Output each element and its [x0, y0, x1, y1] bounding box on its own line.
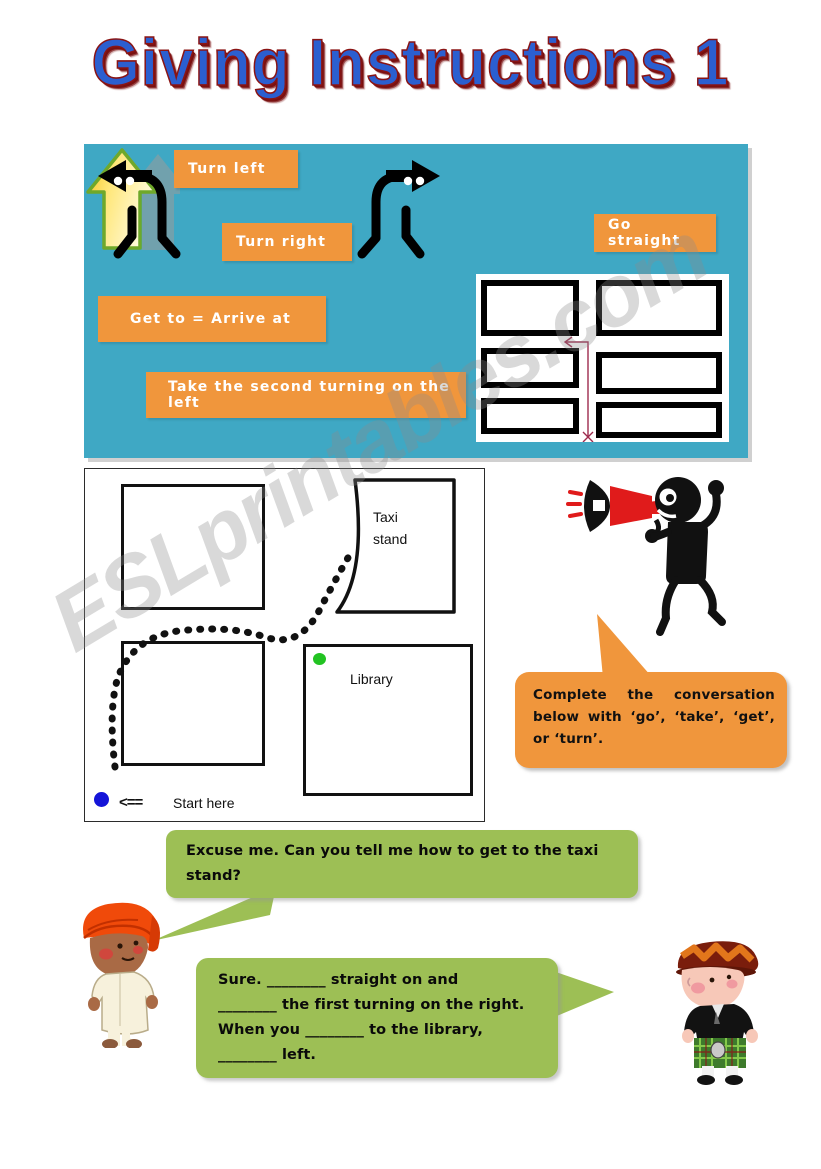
grid-route-arrow-icon — [563, 336, 594, 442]
label-turn-right: Turn right — [222, 223, 352, 261]
grid-block — [481, 280, 579, 336]
megaphone-character-icon — [560, 472, 760, 647]
speech-bubble-question: Excuse me. Can you tell me how to get to… — [166, 830, 638, 898]
speech-bubble-answer: Sure. ________ straight on and ________ … — [196, 958, 558, 1078]
map-label-library: Library — [350, 671, 393, 687]
street-map-panel: Taxi stand Library <== Start here — [84, 468, 485, 822]
start-here-arrow-icon: <== — [119, 794, 143, 811]
label-take-second-turning: Take the second turning on the left — [146, 372, 466, 418]
map-label-taxi-stand: Taxi stand — [373, 509, 408, 547]
green-bubble-2-tail — [550, 970, 614, 1018]
speech-bubble-answer-text: Sure. ________ straight on and ________ … — [218, 972, 525, 1063]
label-get-to-arrive-at: Get to = Arrive at — [98, 296, 326, 342]
street-grid-diagram — [476, 274, 729, 442]
page-title: Giving Instructions 1 — [91, 26, 730, 101]
arrow-right-character-icon — [342, 158, 446, 262]
grid-block — [596, 402, 722, 438]
library-marker-dot-icon — [313, 653, 326, 665]
instruction-bubble-text: Complete the conversation below with ‘go… — [533, 687, 775, 747]
grid-block — [596, 280, 722, 336]
start-marker-dot-icon — [94, 792, 109, 807]
map-label-start-here: Start here — [173, 795, 235, 811]
map-dotted-route — [108, 547, 356, 771]
page-title-container: Giving Instructions 1 — [0, 26, 821, 101]
character-scottish-boy — [668, 938, 772, 1086]
grid-block — [596, 352, 722, 394]
character-boy-with-turban — [68, 898, 176, 1049]
label-turn-left: Turn left — [174, 150, 298, 188]
speech-bubble-question-text: Excuse me. Can you tell me how to get to… — [186, 843, 599, 884]
instruction-bubble: Complete the conversation below with ‘go… — [515, 672, 787, 768]
vocabulary-panel: Turn left Turn right Go straight Get to … — [84, 144, 748, 458]
label-go-straight: Go straight — [594, 214, 716, 252]
